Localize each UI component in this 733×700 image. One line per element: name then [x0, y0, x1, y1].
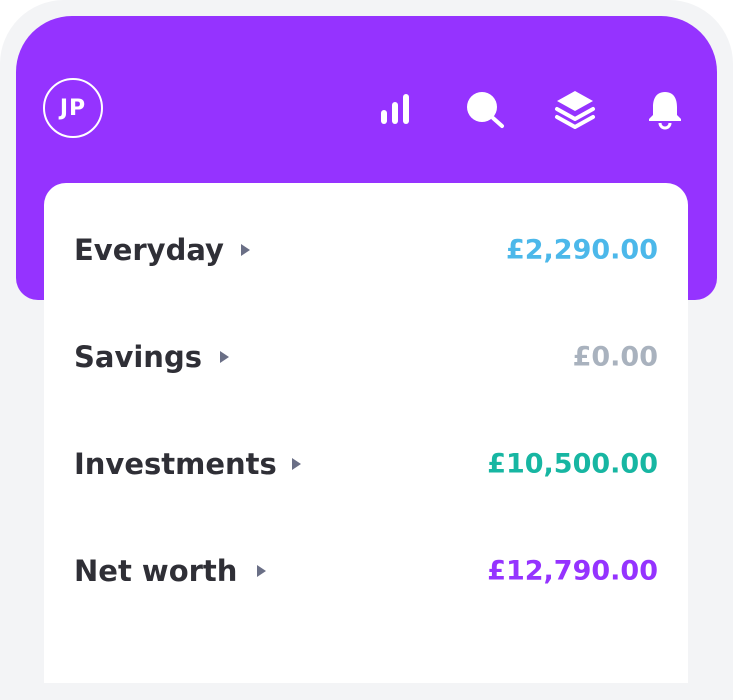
chevron-right-icon	[292, 457, 301, 470]
phone-frame: JP Everyday £2,290.00 Savings £0.00 Inve…	[0, 0, 733, 700]
account-label: Savings	[74, 339, 202, 374]
account-amount: £10,500.00	[487, 448, 658, 479]
bar-chart-icon[interactable]	[373, 88, 417, 132]
account-amount: £12,790.00	[487, 555, 658, 586]
account-row-savings[interactable]: Savings £0.00	[44, 303, 688, 410]
account-label: Investments	[74, 446, 277, 481]
chevron-right-icon	[257, 564, 266, 577]
chevron-right-icon	[241, 243, 250, 256]
layers-icon[interactable]	[553, 88, 597, 132]
account-amount: £0.00	[572, 341, 658, 372]
account-label: Net worth	[74, 553, 238, 588]
account-label: Everyday	[74, 232, 224, 267]
account-row-investments[interactable]: Investments £10,500.00	[44, 410, 688, 517]
search-icon[interactable]	[463, 88, 507, 132]
account-row-everyday[interactable]: Everyday £2,290.00	[44, 196, 688, 303]
account-row-net-worth[interactable]: Net worth £12,790.00	[44, 517, 688, 624]
accounts-card: Everyday £2,290.00 Savings £0.00 Investm…	[44, 183, 688, 683]
chevron-right-icon	[220, 350, 229, 363]
account-amount: £2,290.00	[505, 234, 658, 265]
avatar[interactable]: JP	[43, 78, 103, 138]
bell-icon[interactable]	[643, 88, 687, 132]
